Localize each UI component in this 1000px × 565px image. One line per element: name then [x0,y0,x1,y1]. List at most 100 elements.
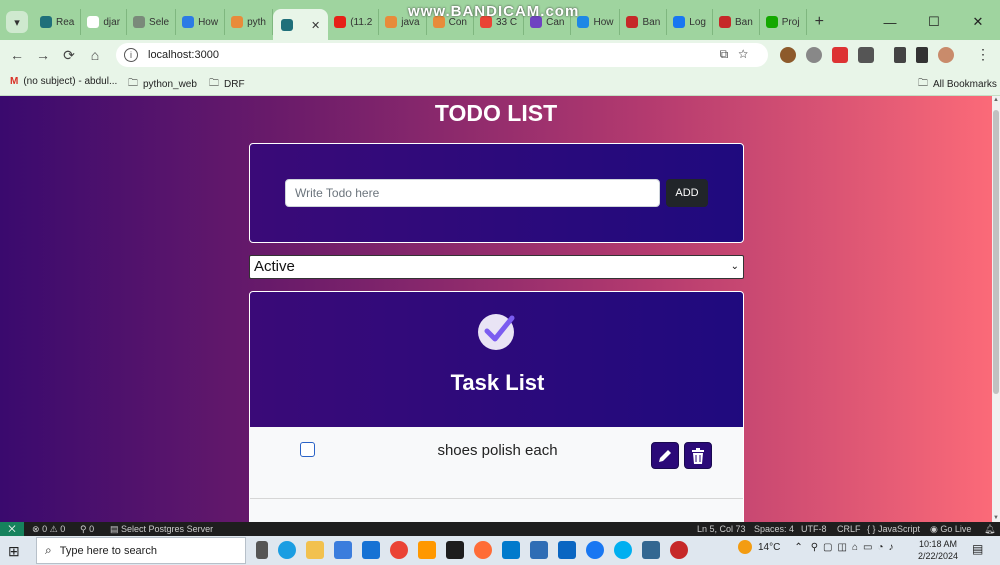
trash-icon [692,447,704,464]
indentation[interactable]: Spaces: 4 [754,524,794,534]
browser-tab[interactable]: Ban [713,9,760,35]
browser-tab[interactable]: pyth [225,9,273,35]
maximize-button[interactable]: ☐ [912,14,956,30]
file-explorer-icon[interactable] [306,541,324,559]
browser-tab[interactable]: Proj [760,9,807,35]
problems-indicator[interactable]: ⊗ 0 ⚠ 0 [32,524,65,535]
line-ending[interactable]: CRLF [837,524,861,534]
task-checkbox[interactable] [300,442,315,457]
browser-tab[interactable]: djar [81,9,128,35]
profile-avatar[interactable] [938,47,954,63]
sublime-icon[interactable] [418,541,436,559]
add-button[interactable]: ADD [666,179,708,207]
clock[interactable]: 10:18 AM 2/22/2024 [918,538,958,562]
linkedin-icon[interactable] [558,541,576,559]
folder-icon: 🗀 [209,78,219,89]
clock-date: 2/22/2024 [918,551,959,561]
todo-input[interactable] [285,179,660,207]
tab-label: djar [103,16,121,28]
weather-icon[interactable] [738,540,752,554]
back-button[interactable]: ← [4,47,30,63]
cookie-extension-icon[interactable] [780,47,796,63]
bookmark-gmail[interactable]: M (no subject) - abdul... [10,76,117,87]
edit-button[interactable] [651,442,679,469]
pencil-icon [659,449,671,462]
postgres-server-selector[interactable]: ▤ Select Postgres Server [110,524,213,535]
browser-tab[interactable]: Ban [620,9,668,35]
tab-search-button[interactable]: ▾ [6,11,28,33]
all-bookmarks[interactable]: 🗀 All Bookmarks [918,76,997,93]
pycharm-icon[interactable] [446,541,464,559]
edge-icon[interactable] [278,541,296,559]
chevron-down-icon: ⌄ [730,261,739,272]
bandicam-icon[interactable] [670,541,688,559]
site-info-icon[interactable]: i [124,48,138,62]
puzzle-icon[interactable] [858,47,874,63]
extension-icons [780,47,954,63]
bookmark-star-icon[interactable]: ⧉☆ [720,47,758,62]
weather-temp[interactable]: 14°C [758,542,780,553]
bookmark-label: DRF [224,79,245,90]
tray-chevron-icon[interactable]: ⌃ [794,542,802,553]
browser-tab[interactable]: Rea [34,9,82,35]
app-icon[interactable] [530,541,548,559]
browser-tab[interactable]: ✕ [272,9,329,41]
side-panel-icon[interactable] [916,47,928,63]
bookmark-label: (no subject) - abdul... [23,76,118,87]
scroll-down-arrow-icon[interactable]: ▼ [992,515,1000,521]
scroll-up-arrow-icon[interactable]: ▲ [992,97,1000,103]
postgres-icon[interactable] [642,541,660,559]
task-view-icon[interactable] [256,541,268,559]
extension-icon[interactable] [832,47,848,63]
postman-icon[interactable] [474,541,492,559]
browser-tab[interactable]: (11.2 [328,9,380,35]
filter-select[interactable]: Active ⌄ [249,255,744,279]
delete-button[interactable] [684,442,712,469]
taskbar-search[interactable]: ⌕ Type here to search [36,537,246,564]
browser-tab[interactable]: Log [667,9,713,35]
extension-icon[interactable] [806,47,822,63]
error-icon: ⊗ [32,524,40,534]
close-tab-icon[interactable]: ✕ [311,19,320,32]
download-icon[interactable] [894,47,906,63]
forward-button[interactable]: → [30,47,56,63]
scroll-thumb[interactable] [993,110,999,394]
browser-tab[interactable]: Sele [127,9,177,35]
close-window-button[interactable]: ✕ [956,14,1000,30]
minimize-button[interactable]: — [868,15,912,30]
address-bar[interactable]: i localhost:3000 ⧉☆ [116,43,768,67]
tab-label: Ban [642,16,661,28]
new-tab-button[interactable]: + [815,13,824,31]
language-mode[interactable]: { } JavaScript [867,524,920,534]
page-viewport: TODO LIST ADD Active ⌄ Task List shoes p… [0,96,992,522]
search-placeholder: Type here to search [59,544,157,557]
warning-icon: ⚠ [49,524,58,534]
vscode-icon[interactable] [502,541,520,559]
chrome-icon[interactable] [390,541,408,559]
cursor-position[interactable]: Ln 5, Col 73 [697,524,746,534]
store-icon[interactable] [334,541,352,559]
home-button[interactable]: ⌂ [82,47,108,63]
browser-tab[interactable]: How [176,9,226,35]
skype-icon[interactable] [614,541,632,559]
tab-favicon-icon [334,16,347,28]
windows-taskbar: ⊞ ⌕ Type here to search 14°C ⌃ ⚲▢◫⌂▭◔♪ 1… [0,536,1000,565]
mail-icon[interactable] [362,541,380,559]
windows-start-icon[interactable]: ⊞ [8,543,20,560]
page-scrollbar[interactable]: ▲ ▼ [992,96,1000,522]
go-live-button[interactable]: ◉ Go Live [930,524,971,535]
notification-icon[interactable]: ▤ [972,542,983,556]
tray-icons[interactable]: ⚲▢◫⌂▭◔♪ [811,542,899,553]
bookmark-drf[interactable]: 🗀 DRF [209,76,245,93]
warning-count: 0 [60,524,66,534]
facebook-icon[interactable] [586,541,604,559]
bookmark-label: All Bookmarks [933,79,997,90]
language-label: JavaScript [878,524,921,534]
bookmark-python-web[interactable]: 🗀 python_web [128,76,197,93]
remote-indicator-icon[interactable]: ⨉ [0,522,24,536]
encoding[interactable]: UTF-8 [801,524,827,534]
more-menu-icon[interactable]: ⋮ [976,46,990,63]
bell-icon[interactable]: 🔔︎ [984,524,995,535]
ports-indicator[interactable]: ⚲ 0 [80,524,94,535]
reload-button[interactable]: ⟳ [56,47,82,64]
